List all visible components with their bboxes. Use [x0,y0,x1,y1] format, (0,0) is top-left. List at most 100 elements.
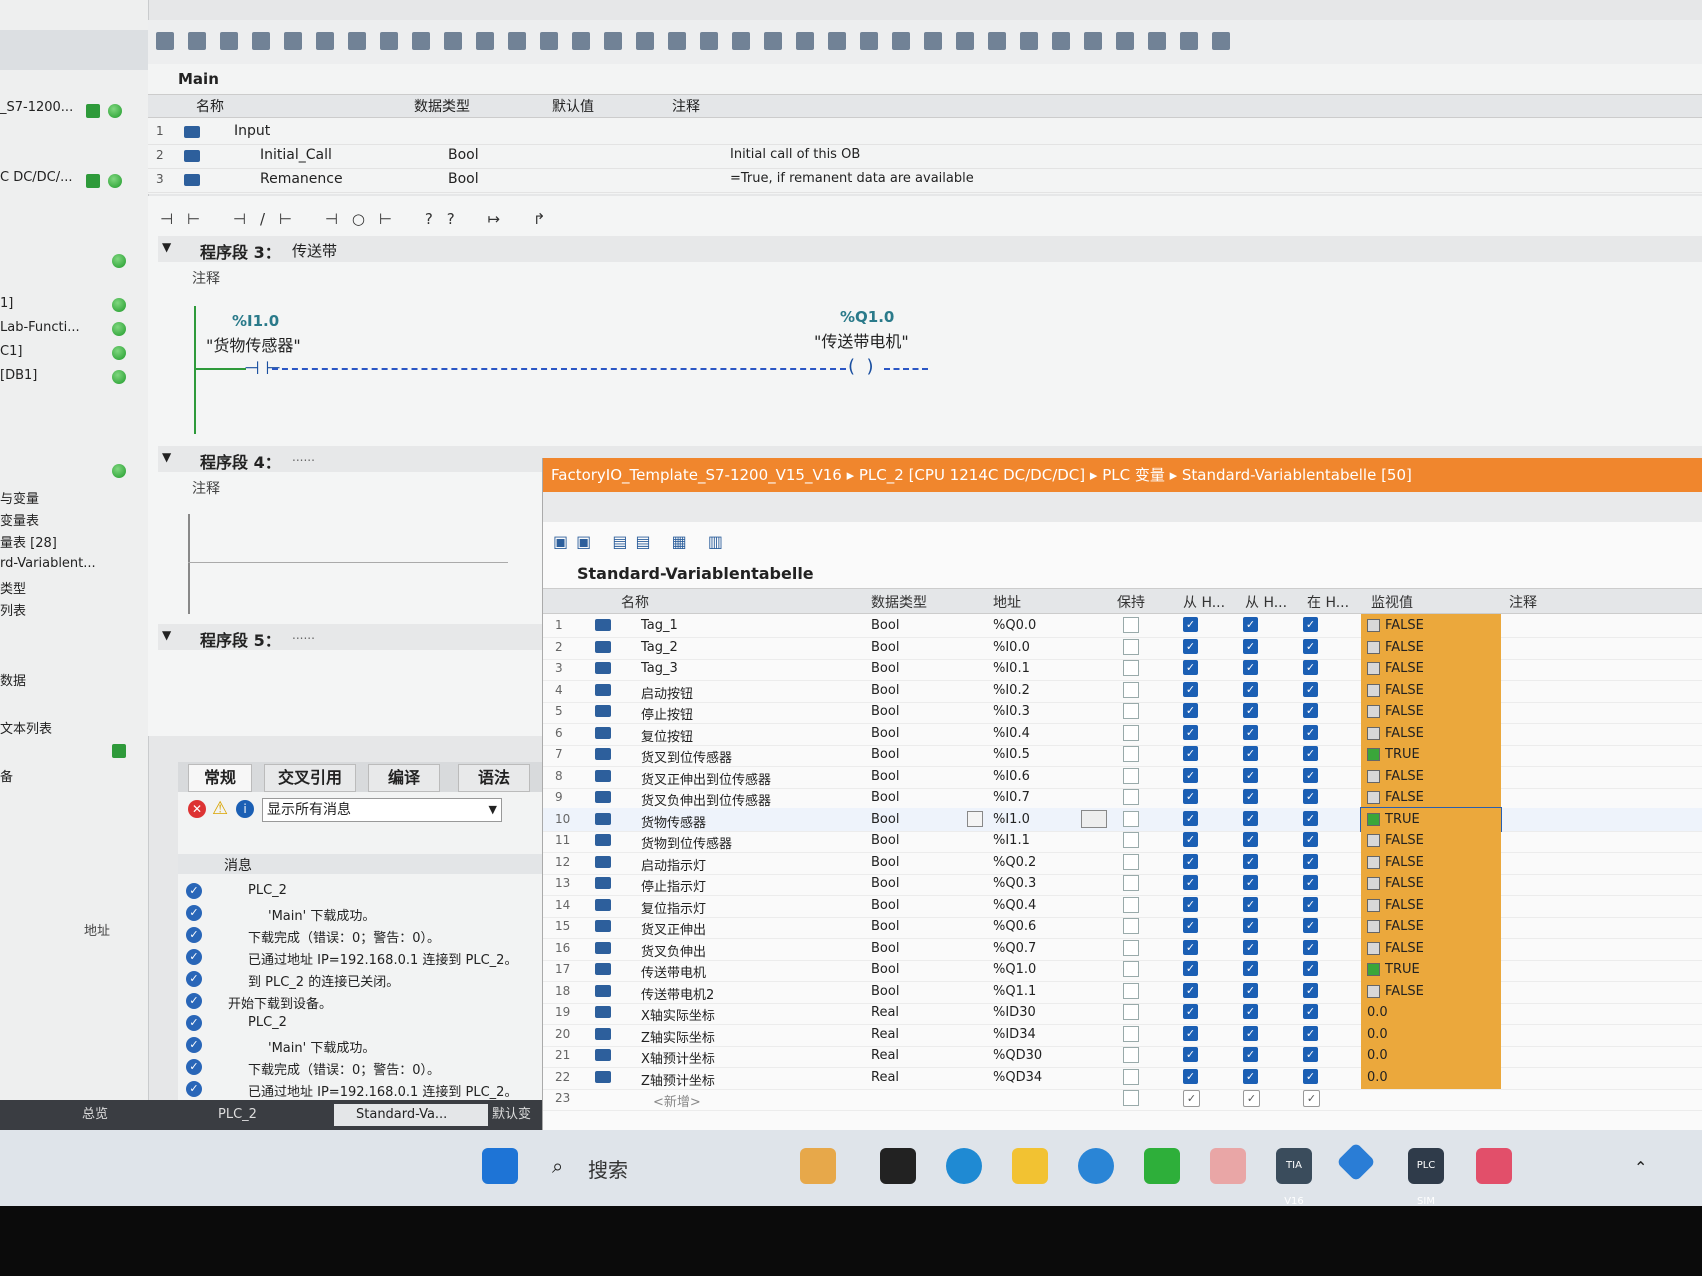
tag-datatype[interactable]: Real [871,1005,899,1020]
tag-row[interactable]: 3 Tag_3 Bool %I0.1 ✓ ✓ ✓ FALSE [543,657,1702,681]
network-3-comment[interactable]: 注释 [192,268,220,288]
tree-item[interactable]: 变量表 [0,510,39,529]
tag-address[interactable]: %ID34 [993,1027,1036,1042]
toolbar-button-icon[interactable] [924,32,942,50]
toolbar-button-icon[interactable] [860,32,878,50]
hmi-write-checkbox[interactable]: ✓ [1243,724,1258,740]
toolbar-button-icon[interactable] [956,32,974,50]
tag-name[interactable]: X轴预计坐标 [641,1048,715,1067]
search-icon[interactable]: ⌕ [552,1154,563,1178]
retain-checkbox[interactable] [1123,767,1139,784]
tag-datatype[interactable]: Bool [871,618,899,633]
game-icon[interactable] [800,1148,836,1184]
toolbar-button-icon[interactable] [732,32,750,50]
hmi-visible-checkbox[interactable]: ✓ [1303,853,1318,869]
chevron-down-icon[interactable]: ▼ [489,799,497,821]
tag-address[interactable]: %I0.6 [993,769,1030,784]
tree-item[interactable]: 量表 [28] [0,532,57,551]
hmi-access-checkbox[interactable]: ✓ [1183,1004,1198,1019]
hmi-access-checkbox[interactable]: ✓ [1183,724,1198,740]
hmi-write-checkbox[interactable]: ✓ [1243,1004,1258,1019]
hmi-write-checkbox[interactable]: ✓ [1243,961,1258,976]
hmi-access-checkbox[interactable]: ✓ [1183,982,1198,998]
tab-cross-reference[interactable]: 交叉引用 [264,764,356,792]
hmi-visible-checkbox[interactable]: ✓ [1303,875,1318,890]
tag-datatype[interactable]: Bool [871,962,899,977]
tag-row[interactable]: 10 货物传感器 Bool %I1.0 ✓ ✓ ✓ TRUE [543,806,1702,832]
hmi-access-checkbox[interactable]: ✓ [1183,1090,1200,1107]
tag-name[interactable]: 停止指示灯 [641,876,706,895]
tree-item[interactable]: 类型 [0,578,26,597]
tag-address[interactable]: %I0.0 [993,640,1030,655]
tia-portal-icon[interactable]: TIA V16 [1276,1148,1312,1206]
tag-row[interactable]: 22 Z轴预计坐标 Real %QD34 ✓ ✓ ✓ 0.0 [543,1065,1702,1090]
hmi-access-checkbox[interactable]: ✓ [1183,1068,1198,1084]
tag-address[interactable]: %Q0.7 [993,941,1036,956]
hmi-visible-checkbox[interactable]: ✓ [1303,961,1318,976]
tag-address[interactable]: %QD30 [993,1048,1042,1063]
hmi-write-checkbox[interactable]: ✓ [1243,638,1258,654]
toolbar-button-icon[interactable] [220,32,238,50]
message-row[interactable]: ✓ 下载完成（错误：0；警告：0）。 [178,924,550,946]
retain-checkbox[interactable] [1123,853,1139,870]
toolbar-button-icon[interactable] [284,32,302,50]
window-tab[interactable]: Standard-Va... [334,1104,488,1126]
tab-general[interactable]: 常规 [188,764,252,792]
hmi-access-checkbox[interactable]: ✓ [1183,918,1198,933]
message-row[interactable]: ✓ PLC_2 [178,1012,550,1034]
toolbar-button-icon[interactable] [540,32,558,50]
explorer-icon[interactable] [1012,1148,1048,1184]
tag-name[interactable]: Tag_1 [641,618,678,633]
tag-address[interactable]: %ID30 [993,1005,1036,1020]
tree-item[interactable]: _S7-1200... [0,100,73,115]
tag-row[interactable]: 9 货叉负伸出到位传感器 Bool %I0.7 ✓ ✓ ✓ FALSE [543,786,1702,810]
tag-address[interactable]: %Q0.3 [993,876,1036,891]
tag-row[interactable]: 5 停止按钮 Bool %I0.3 ✓ ✓ ✓ FALSE [543,700,1702,724]
toolbar-button-icon[interactable] [1020,32,1038,50]
tag-name[interactable]: 启动按钮 [641,683,693,702]
toolbar-button-icon[interactable] [252,32,270,50]
toolbar-button-icon[interactable] [1116,32,1134,50]
hmi-visible-checkbox[interactable]: ✓ [1303,1047,1318,1062]
tree-item[interactable]: rd-Variablent... [0,556,96,571]
tag-row[interactable]: 16 货叉负伸出 Bool %Q0.7 ✓ ✓ ✓ FALSE [543,936,1702,961]
tag-datatype[interactable]: Bool [871,726,899,741]
tag-name[interactable]: 复位按钮 [641,726,693,745]
tag-row[interactable]: 12 启动指示灯 Bool %Q0.2 ✓ ✓ ✓ FALSE [543,850,1702,875]
tree-item[interactable]: 1] [0,296,13,311]
tag-address[interactable]: %I0.7 [993,790,1030,805]
message-row[interactable]: ✓ 已通过地址 IP=192.168.0.1 连接到 PLC_2。 [178,1078,550,1100]
tag-row[interactable]: 21 X轴预计坐标 Real %QD30 ✓ ✓ ✓ 0.0 [543,1044,1702,1068]
hmi-write-checkbox[interactable]: ✓ [1243,918,1258,933]
tag-datatype[interactable]: Bool [871,640,899,655]
tag-name[interactable]: <新增> [653,1091,701,1110]
tag-name[interactable]: X轴实际坐标 [641,1005,715,1024]
network-3-header[interactable]: ▼ 程序段 3： 传送带 [158,236,1702,262]
message-row[interactable]: ✓ 'Main' 下载成功。 [178,902,550,924]
tag-name[interactable]: 货叉正伸出 [641,919,706,938]
chevron-down-icon[interactable] [1081,809,1107,828]
message-row[interactable]: ✓ 开始下载到设备。 [178,990,550,1012]
tab-compile[interactable]: 编译 [368,764,440,792]
hmi-visible-checkbox[interactable]: ✓ [1303,789,1318,804]
tag-select-icon[interactable] [967,810,983,827]
tag-row[interactable]: 18 传送带电机2 Bool %Q1.1 ✓ ✓ ✓ FALSE [543,979,1702,1004]
start-icon[interactable] [482,1148,518,1184]
hmi-write-checkbox[interactable]: ✓ [1243,896,1258,912]
hmi-access-checkbox[interactable]: ✓ [1183,767,1198,783]
toolbar-button-icon[interactable] [764,32,782,50]
tree-item[interactable]: C DC/DC/... [0,170,73,185]
tag-address[interactable]: %I1.1 [993,833,1030,848]
tag-datatype[interactable]: Bool [871,855,899,870]
tag-row[interactable]: 1 Tag_1 Bool %Q0.0 ✓ ✓ ✓ FALSE [543,614,1702,638]
tree-item[interactable]: 数据 [0,670,26,689]
interface-row[interactable]: 3 Remanence Bool =True, if remanent data ar… [148,168,1702,193]
hmi-visible-checkbox[interactable]: ✓ [1303,617,1318,632]
warning-filter-icon[interactable]: ⚠ [212,798,228,819]
interface-row[interactable]: 1 Input [148,120,1702,145]
toolbar-button-icon[interactable] [636,32,654,50]
toolbar-button-icon[interactable] [348,32,366,50]
retain-checkbox[interactable] [1123,789,1139,805]
hmi-visible-checkbox[interactable]: ✓ [1303,724,1318,740]
message-row[interactable]: ✓ PLC_2 [178,880,550,902]
